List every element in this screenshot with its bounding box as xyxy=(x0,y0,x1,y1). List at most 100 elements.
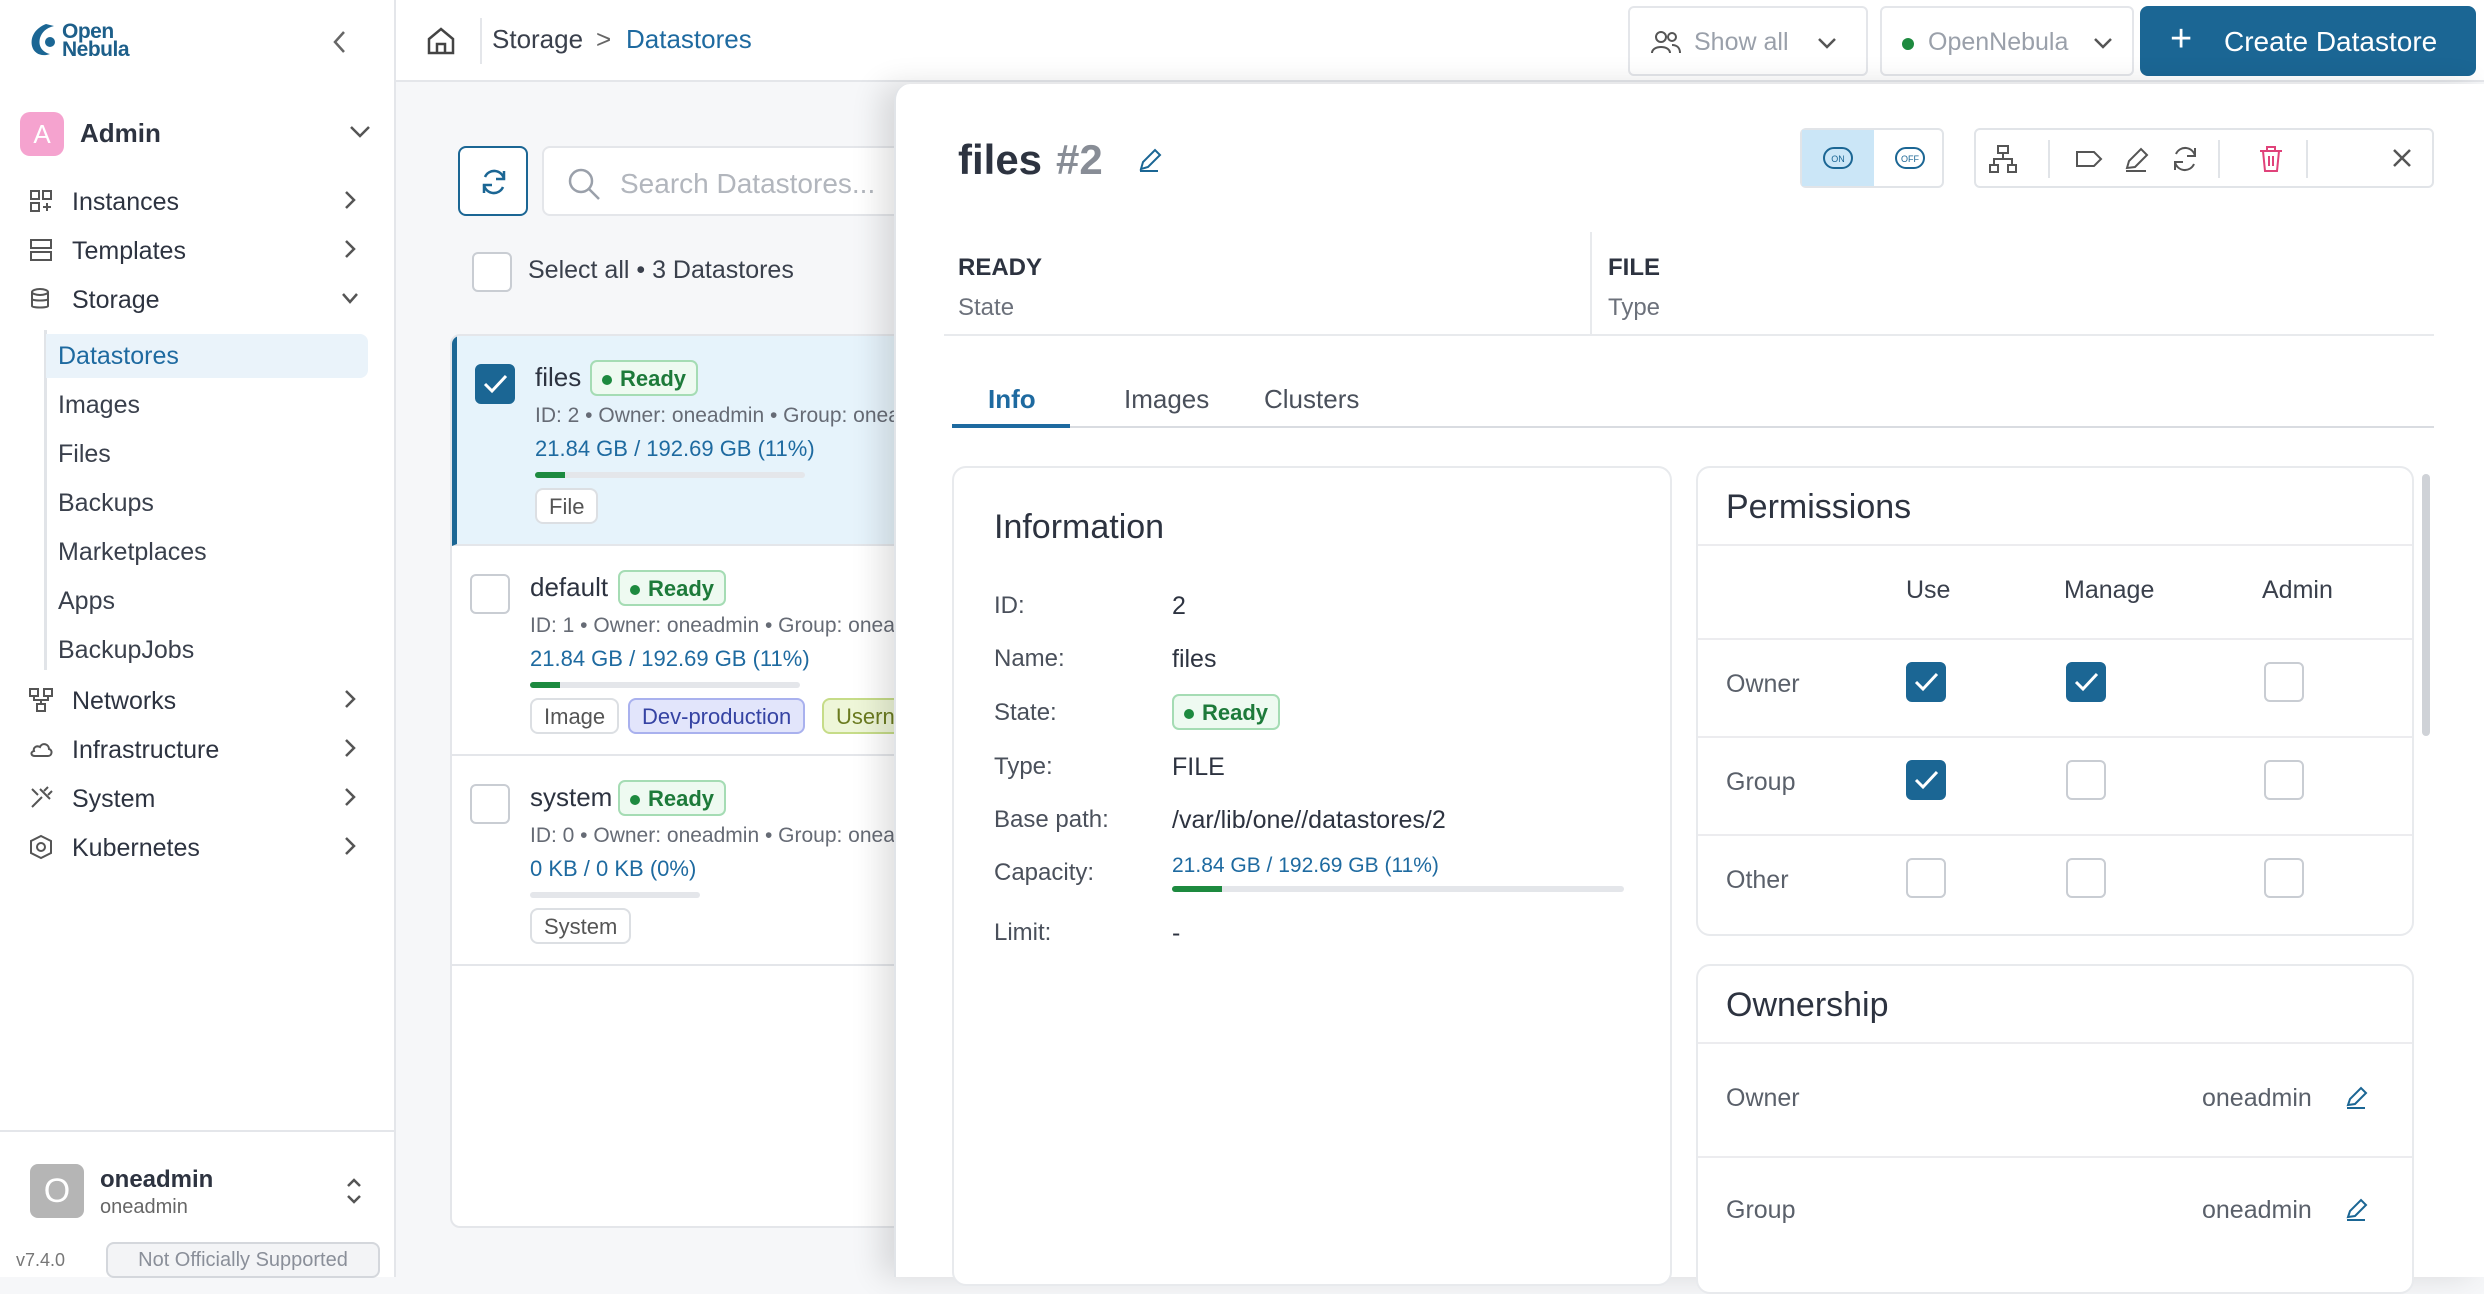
sidebar-item-instances[interactable]: Instances xyxy=(28,180,368,224)
detail-title: files xyxy=(958,136,1043,183)
sidebar-item-label: Instances xyxy=(72,188,180,216)
breadcrumb-storage[interactable]: Storage xyxy=(492,24,583,55)
instances-icon xyxy=(30,190,52,212)
networks-icon xyxy=(29,688,53,712)
edit-group-pencil-icon[interactable] xyxy=(2344,1196,2370,1222)
sidebar-item-marketplaces[interactable]: Marketplaces xyxy=(58,530,380,574)
perm-other-manage-checkbox[interactable] xyxy=(2066,858,2106,898)
summary-state-value: READY xyxy=(958,254,1043,281)
breadcrumb-separator: > xyxy=(596,24,612,54)
top-bar: Storage > Datastores Show all OpenNebula… xyxy=(396,0,2484,82)
status-badge: Ready xyxy=(1172,694,1281,730)
perm-owner-admin-checkbox[interactable] xyxy=(2264,662,2304,702)
detail-toolbar xyxy=(1974,128,2434,188)
divider xyxy=(2048,140,2050,178)
sidebar-item-networks[interactable]: Networks xyxy=(28,679,368,723)
label-icon[interactable] xyxy=(2074,144,2104,174)
refresh-button[interactable] xyxy=(458,146,528,216)
unfold-icon[interactable] xyxy=(344,1176,364,1206)
status-badge: Ready xyxy=(618,570,727,606)
perm-group-use-checkbox[interactable] xyxy=(1906,760,1946,800)
sidebar-item-files[interactable]: Files xyxy=(58,432,380,476)
info-value: FILE xyxy=(1172,753,1225,781)
perm-group-manage-checkbox[interactable] xyxy=(2066,760,2106,800)
detail-id: #2 xyxy=(1056,136,1103,183)
datastore-card-default[interactable]: default Ready ID: 1 • Owner: oneadmin • … xyxy=(452,546,910,756)
information-section: Information ID: 2 Name: files State: Rea… xyxy=(952,466,1672,1286)
sidebar-item-apps[interactable]: Apps xyxy=(58,579,380,623)
perm-owner-manage-checkbox[interactable] xyxy=(2066,662,2106,702)
opennebula-logo[interactable]: Open Nebula xyxy=(28,20,148,64)
summary-type-label: Type xyxy=(1608,294,1661,321)
datastore-card-system[interactable]: system Ready ID: 0 • Owner: oneadmin • G… xyxy=(452,756,908,966)
search-placeholder: Search Datastores... xyxy=(620,168,876,199)
datastore-meta: ID: 2 • Owner: oneadmin • Group: oneadmi… xyxy=(535,404,910,427)
tab-clusters[interactable]: Clusters xyxy=(1264,384,1359,415)
collapse-sidebar-icon[interactable] xyxy=(330,28,350,56)
row-checkbox[interactable] xyxy=(475,364,515,404)
summary-bar: READY State FILE Type xyxy=(944,232,2434,336)
summary-type-value: FILE xyxy=(1608,254,1660,281)
account-switcher[interactable]: A Admin xyxy=(20,110,380,156)
rename-pencil-icon[interactable] xyxy=(1136,146,1164,174)
off-icon[interactable]: OFF xyxy=(1894,144,1926,172)
chevron-right-icon xyxy=(345,739,356,757)
perm-other-use-checkbox[interactable] xyxy=(1906,858,1946,898)
sidebar-item-templates[interactable]: Templates xyxy=(28,229,368,273)
summary-state-label: State xyxy=(958,294,1015,321)
user-avatar: O xyxy=(30,1164,84,1218)
perm-owner-use-checkbox[interactable] xyxy=(1906,662,1946,702)
capacity-bar xyxy=(530,682,800,688)
sidebar-item-backups[interactable]: Backups xyxy=(58,481,380,525)
zone-label: OpenNebula xyxy=(1928,28,2069,56)
sidebar-item-datastores[interactable]: Datastores xyxy=(46,334,368,378)
sidebar-item-images[interactable]: Images xyxy=(58,383,380,427)
divider xyxy=(1698,638,2412,640)
datastore-card-files[interactable]: files Ready ID: 2 • Owner: oneadmin • Gr… xyxy=(452,336,910,546)
edit-icon[interactable] xyxy=(2122,144,2152,174)
datastore-detail-panel: files #2 ON OFF READY State FILE Type In… xyxy=(894,84,2484,1294)
info-value: /var/lib/one//datastores/2 xyxy=(1172,806,1446,834)
perm-row-label: Owner xyxy=(1726,670,1800,698)
info-label: Type: xyxy=(994,753,1053,780)
row-checkbox[interactable] xyxy=(470,574,510,614)
user-group: oneadmin xyxy=(100,1196,188,1218)
sidebar-item-kubernetes[interactable]: Kubernetes xyxy=(28,826,368,870)
perm-group-admin-checkbox[interactable] xyxy=(2264,760,2304,800)
scrollbar[interactable] xyxy=(2422,474,2430,736)
sidebar-item-backupjobs[interactable]: BackupJobs xyxy=(58,628,380,672)
sidebar-item-label: Networks xyxy=(72,687,177,715)
chevron-down-icon xyxy=(350,126,370,138)
sidebar-item-infrastructure[interactable]: Infrastructure xyxy=(28,728,368,772)
sidebar-item-system[interactable]: System xyxy=(28,777,368,821)
ownership-value: oneadmin xyxy=(2202,1196,2312,1224)
ownership-section: Ownership Owner oneadmin Group oneadmin xyxy=(1696,964,2414,1294)
edit-owner-pencil-icon[interactable] xyxy=(2344,1084,2370,1110)
sidebar-item-label: Infrastructure xyxy=(72,736,220,764)
enable-disable-toggle[interactable]: ON OFF xyxy=(1800,128,1944,188)
on-icon: ON xyxy=(1823,147,1853,169)
zone-selector-dropdown[interactable]: OpenNebula xyxy=(1880,6,2134,76)
datastore-meta: ID: 1 • Owner: oneadmin • Group: oneadmi… xyxy=(530,614,910,637)
divider xyxy=(1698,1042,2412,1044)
tab-info[interactable]: Info xyxy=(988,384,1036,415)
row-checkbox[interactable] xyxy=(470,784,510,824)
refresh-icon xyxy=(482,169,506,195)
close-icon[interactable] xyxy=(2382,138,2422,178)
filter-show-all-dropdown[interactable]: Show all xyxy=(1628,6,1868,76)
app-version: v7.4.0 xyxy=(16,1250,66,1270)
user-menu[interactable]: O oneadmin oneadmin v7.4.0 Not Officiall… xyxy=(0,1130,396,1278)
select-all-label: Select all • 3 Datastores xyxy=(528,256,794,284)
tab-images[interactable]: Images xyxy=(1124,384,1209,415)
perm-other-admin-checkbox[interactable] xyxy=(2264,858,2304,898)
active-tab-indicator xyxy=(952,424,1070,428)
home-icon[interactable] xyxy=(424,24,458,58)
create-datastore-button[interactable]: + Create Datastore xyxy=(2140,6,2476,76)
refresh-icon[interactable] xyxy=(2170,144,2200,174)
on-text: ON xyxy=(1831,154,1845,164)
breadcrumb-datastores[interactable]: Datastores xyxy=(626,24,752,55)
cluster-icon[interactable] xyxy=(1988,144,2018,174)
sidebar-item-storage[interactable]: Storage xyxy=(28,278,368,322)
trash-icon[interactable] xyxy=(2256,144,2286,174)
select-all-checkbox[interactable] xyxy=(472,252,512,292)
